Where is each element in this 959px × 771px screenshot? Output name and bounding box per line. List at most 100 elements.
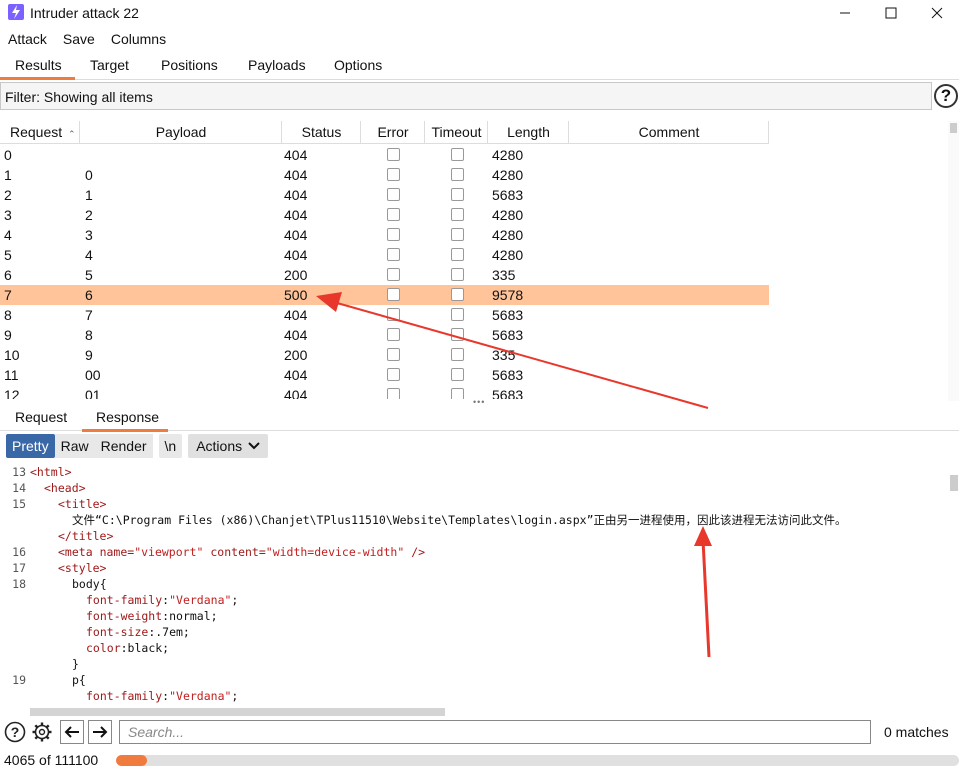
menu-save[interactable]: Save — [55, 29, 103, 51]
cell-payload: 0 — [85, 167, 93, 183]
table-scrollbar[interactable] — [948, 121, 959, 401]
cell-payload: 3 — [85, 227, 93, 243]
error-checkbox — [387, 328, 400, 341]
tab-response[interactable]: Response — [96, 409, 159, 425]
code-text: <head> — [44, 481, 86, 495]
cell-length: 5683 — [492, 387, 524, 399]
timeout-checkbox — [451, 288, 464, 301]
tab-results[interactable]: Results — [15, 57, 62, 73]
help-icon[interactable]: ? — [934, 84, 958, 108]
progress-bar-fill — [116, 755, 147, 766]
cell-length: 5683 — [492, 187, 524, 203]
table-scrollbar-thumb[interactable] — [950, 123, 957, 133]
cell-length: 4280 — [492, 147, 524, 163]
table-row[interactable]: 3 2 404 4280 — [0, 205, 769, 225]
raw-button[interactable]: Raw — [54, 434, 95, 458]
cell-length: 335 — [492, 267, 516, 283]
error-checkbox — [387, 228, 400, 241]
menu-attack[interactable]: Attack — [0, 29, 55, 51]
filter-bar[interactable]: Filter: Showing all items — [0, 82, 932, 110]
error-checkbox — [387, 368, 400, 381]
code-text: 文件“C:\Program Files (x86)\Chanjet\TPlus1… — [72, 513, 847, 527]
cell-request: 1 — [4, 167, 12, 183]
arrow-left-icon — [64, 726, 79, 738]
cell-status: 404 — [284, 227, 308, 243]
newline-toggle-button[interactable]: \n — [158, 434, 183, 458]
cell-length: 4280 — [492, 167, 524, 183]
search-bar: ? Search... 0 matches — [0, 718, 959, 748]
table-row[interactable]: 9 8 404 5683 — [0, 325, 769, 345]
cell-status: 404 — [284, 367, 308, 383]
cell-payload: 6 — [85, 287, 93, 303]
table-row[interactable]: 4 3 404 4280 — [0, 225, 769, 245]
column-header-timeout[interactable]: Timeout — [426, 121, 488, 144]
line-number: 13 — [12, 465, 26, 479]
table-row[interactable]: 1 0 404 4280 — [0, 165, 769, 185]
tab-payloads[interactable]: Payloads — [248, 57, 306, 73]
cell-request: 10 — [4, 347, 20, 363]
cell-payload: 4 — [85, 247, 93, 263]
tab-request[interactable]: Request — [15, 409, 67, 425]
burp-app-icon — [8, 4, 24, 20]
column-header-request[interactable]: Request ⌃ — [0, 121, 80, 144]
table-row[interactable]: 0 404 4280 — [0, 145, 769, 165]
timeout-checkbox — [451, 208, 464, 221]
code-text: p{ — [72, 673, 86, 687]
code-text: <html> — [30, 465, 72, 479]
maximize-button[interactable] — [868, 0, 914, 26]
render-button[interactable]: Render — [94, 434, 153, 458]
actions-label: Actions — [196, 438, 243, 454]
menu-columns[interactable]: Columns — [103, 29, 174, 51]
table-row[interactable]: 11 00 404 5683 — [0, 365, 769, 385]
column-header-comment[interactable]: Comment — [570, 121, 769, 144]
line-number: 16 — [12, 545, 26, 559]
column-header-payload[interactable]: Payload — [81, 121, 282, 144]
code-text: color:black; — [86, 641, 170, 655]
title-bar: Intruder attack 22 — [0, 0, 959, 26]
actions-button[interactable]: Actions — [188, 434, 269, 458]
table-row[interactable]: 5 4 404 4280 — [0, 245, 769, 265]
table-row[interactable]: 8 7 404 5683 — [0, 305, 769, 325]
column-header-length[interactable]: Length — [489, 121, 569, 144]
cell-payload: 01 — [85, 387, 101, 399]
menu-bar: Attack Save Columns — [0, 29, 174, 51]
close-button[interactable] — [914, 0, 959, 26]
cell-status: 404 — [284, 387, 308, 399]
tab-options[interactable]: Options — [334, 57, 382, 73]
response-scrollbar-thumb[interactable] — [950, 475, 958, 491]
cell-length: 5683 — [492, 327, 524, 343]
cell-length: 335 — [492, 347, 516, 363]
cell-payload: 00 — [85, 367, 101, 383]
view-toolbar: Pretty Raw Render \n Actions — [6, 434, 269, 458]
column-header-status[interactable]: Status — [283, 121, 361, 144]
cell-payload: 5 — [85, 267, 93, 283]
search-input[interactable]: Search... — [119, 720, 871, 744]
pretty-button[interactable]: Pretty — [6, 434, 55, 458]
active-tab-indicator — [82, 429, 168, 432]
code-text: } — [72, 657, 79, 671]
table-row[interactable]: 10 9 200 335 — [0, 345, 769, 365]
minimize-button[interactable] — [822, 0, 868, 26]
tab-target[interactable]: Target — [90, 57, 129, 73]
table-row[interactable]: 2 1 404 5683 — [0, 185, 769, 205]
code-text: <meta name="viewport" content="width=dev… — [58, 545, 426, 559]
timeout-checkbox — [451, 388, 464, 399]
code-text: font-family:"Verdana"; — [86, 593, 239, 607]
previous-match-button[interactable] — [60, 720, 84, 744]
table-row[interactable]: 12 01 404 5683 — [0, 385, 769, 399]
gear-icon[interactable] — [30, 720, 54, 744]
timeout-checkbox — [451, 328, 464, 341]
column-header-error[interactable]: Error — [362, 121, 425, 144]
main-tabs: Results Target Positions Payloads Option… — [0, 54, 959, 80]
response-horizontal-scrollbar[interactable] — [30, 708, 445, 716]
response-body[interactable]: 13 <html> 14 <head> 15 <title> 文件“C:\Program F… — [0, 462, 948, 707]
cell-request: 6 — [4, 267, 12, 283]
table-row[interactable]: 7 6 500 9578 — [0, 285, 769, 305]
cell-status: 404 — [284, 307, 308, 323]
table-row[interactable]: 6 5 200 335 — [0, 265, 769, 285]
line-number: 19 — [12, 673, 26, 687]
tab-positions[interactable]: Positions — [161, 57, 218, 73]
next-match-button[interactable] — [88, 720, 112, 744]
help-icon[interactable]: ? — [3, 720, 27, 744]
window-title: Intruder attack 22 — [30, 5, 139, 21]
